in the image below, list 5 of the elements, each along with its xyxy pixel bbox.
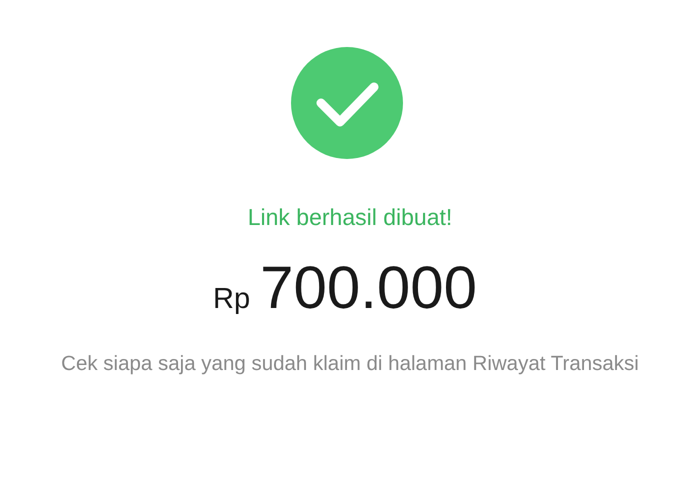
info-text: Cek siapa saja yang sudah klaim di halaman Riwayat Transaksi bbox=[60, 351, 640, 377]
amount-value: 700.000 bbox=[260, 253, 477, 322]
status-title: Link berhasil dibuat! bbox=[248, 204, 452, 231]
currency-label: Rp bbox=[213, 283, 250, 316]
success-check-icon bbox=[291, 47, 403, 159]
